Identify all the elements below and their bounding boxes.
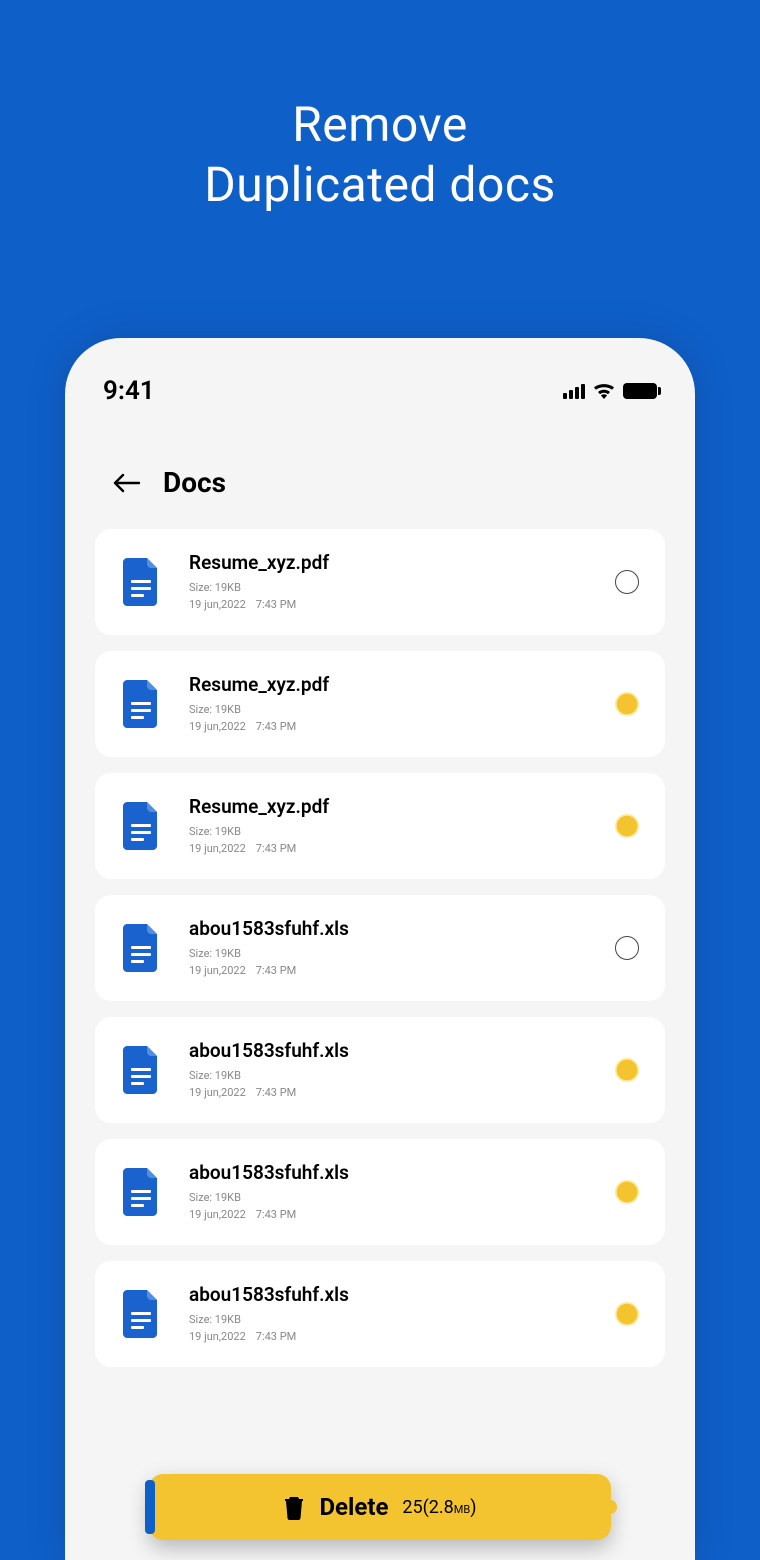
delete-button[interactable]: Delete 25(2.8MB) [149, 1474, 611, 1540]
document-icon [121, 924, 161, 972]
doc-size: Size: 19KB [189, 1312, 587, 1329]
doc-card[interactable]: Resume_xyz.pdf Size: 19KB 19 jun,20227:4… [95, 651, 665, 757]
document-icon [121, 802, 161, 850]
document-icon [121, 1046, 161, 1094]
delete-label: Delete [319, 1493, 388, 1521]
select-radio[interactable] [615, 814, 639, 838]
select-radio[interactable] [615, 692, 639, 716]
doc-name: abou1583sfuhf.xls [189, 917, 587, 940]
status-icons [563, 383, 657, 399]
document-icon [121, 680, 161, 728]
doc-card[interactable]: Resume_xyz.pdf Size: 19KB 19 jun,20227:4… [95, 773, 665, 879]
doc-name: abou1583sfuhf.xls [189, 1161, 587, 1184]
document-icon [121, 1168, 161, 1216]
hero-title: Remove Duplicated docs [0, 0, 760, 215]
doc-date: 19 jun,20227:43 PM [189, 841, 587, 858]
doc-date: 19 jun,20227:43 PM [189, 963, 587, 980]
app-header: Docs [65, 406, 695, 529]
status-time: 9:41 [103, 376, 155, 406]
doc-size: Size: 19KB [189, 1190, 587, 1207]
select-radio[interactable] [615, 1180, 639, 1204]
select-radio[interactable] [615, 936, 639, 960]
page-title: Docs [163, 466, 226, 499]
doc-info: abou1583sfuhf.xls Size: 19KB 19 jun,2022… [189, 1039, 587, 1101]
phone-frame: 9:41 Docs Resume_xyz.pdf Size: 19KB 19 j… [65, 338, 695, 1560]
doc-card[interactable]: abou1583sfuhf.xls Size: 19KB 19 jun,2022… [95, 1261, 665, 1367]
doc-size: Size: 19KB [189, 702, 587, 719]
doc-card[interactable]: abou1583sfuhf.xls Size: 19KB 19 jun,2022… [95, 1139, 665, 1245]
doc-info: abou1583sfuhf.xls Size: 19KB 19 jun,2022… [189, 1161, 587, 1223]
doc-name: Resume_xyz.pdf [189, 551, 587, 574]
doc-size: Size: 19KB [189, 946, 587, 963]
doc-list: Resume_xyz.pdf Size: 19KB 19 jun,20227:4… [65, 529, 695, 1367]
status-bar: 9:41 [65, 338, 695, 406]
back-icon[interactable] [113, 473, 141, 493]
select-radio[interactable] [615, 1302, 639, 1326]
doc-info: Resume_xyz.pdf Size: 19KB 19 jun,20227:4… [189, 673, 587, 735]
doc-size: Size: 19KB [189, 824, 587, 841]
document-icon [121, 558, 161, 606]
doc-name: abou1583sfuhf.xls [189, 1283, 587, 1306]
select-radio[interactable] [615, 570, 639, 594]
doc-info: Resume_xyz.pdf Size: 19KB 19 jun,20227:4… [189, 795, 587, 857]
doc-date: 19 jun,20227:43 PM [189, 719, 587, 736]
doc-date: 19 jun,20227:43 PM [189, 1085, 587, 1102]
trash-icon [283, 1494, 305, 1520]
delete-accent [145, 1480, 155, 1534]
document-icon [121, 1290, 161, 1338]
doc-date: 19 jun,20227:43 PM [189, 1329, 587, 1346]
doc-date: 19 jun,20227:43 PM [189, 1207, 587, 1224]
doc-info: abou1583sfuhf.xls Size: 19KB 19 jun,2022… [189, 917, 587, 979]
hero-line-2: Duplicated docs [204, 156, 555, 213]
hero-line-1: Remove [292, 96, 468, 153]
doc-date: 19 jun,20227:43 PM [189, 597, 587, 614]
doc-name: Resume_xyz.pdf [189, 795, 587, 818]
delete-right-dot [603, 1500, 617, 1514]
doc-size: Size: 19KB [189, 580, 587, 597]
wifi-icon [593, 383, 615, 399]
delete-count: 25(2.8MB) [402, 1497, 476, 1518]
doc-info: Resume_xyz.pdf Size: 19KB 19 jun,20227:4… [189, 551, 587, 613]
doc-info: abou1583sfuhf.xls Size: 19KB 19 jun,2022… [189, 1283, 587, 1345]
select-radio[interactable] [615, 1058, 639, 1082]
battery-icon [623, 383, 657, 399]
doc-name: abou1583sfuhf.xls [189, 1039, 587, 1062]
doc-size: Size: 19KB [189, 1068, 587, 1085]
doc-card[interactable]: Resume_xyz.pdf Size: 19KB 19 jun,20227:4… [95, 529, 665, 635]
doc-card[interactable]: abou1583sfuhf.xls Size: 19KB 19 jun,2022… [95, 895, 665, 1001]
doc-card[interactable]: abou1583sfuhf.xls Size: 19KB 19 jun,2022… [95, 1017, 665, 1123]
doc-name: Resume_xyz.pdf [189, 673, 587, 696]
signal-icon [563, 384, 585, 399]
